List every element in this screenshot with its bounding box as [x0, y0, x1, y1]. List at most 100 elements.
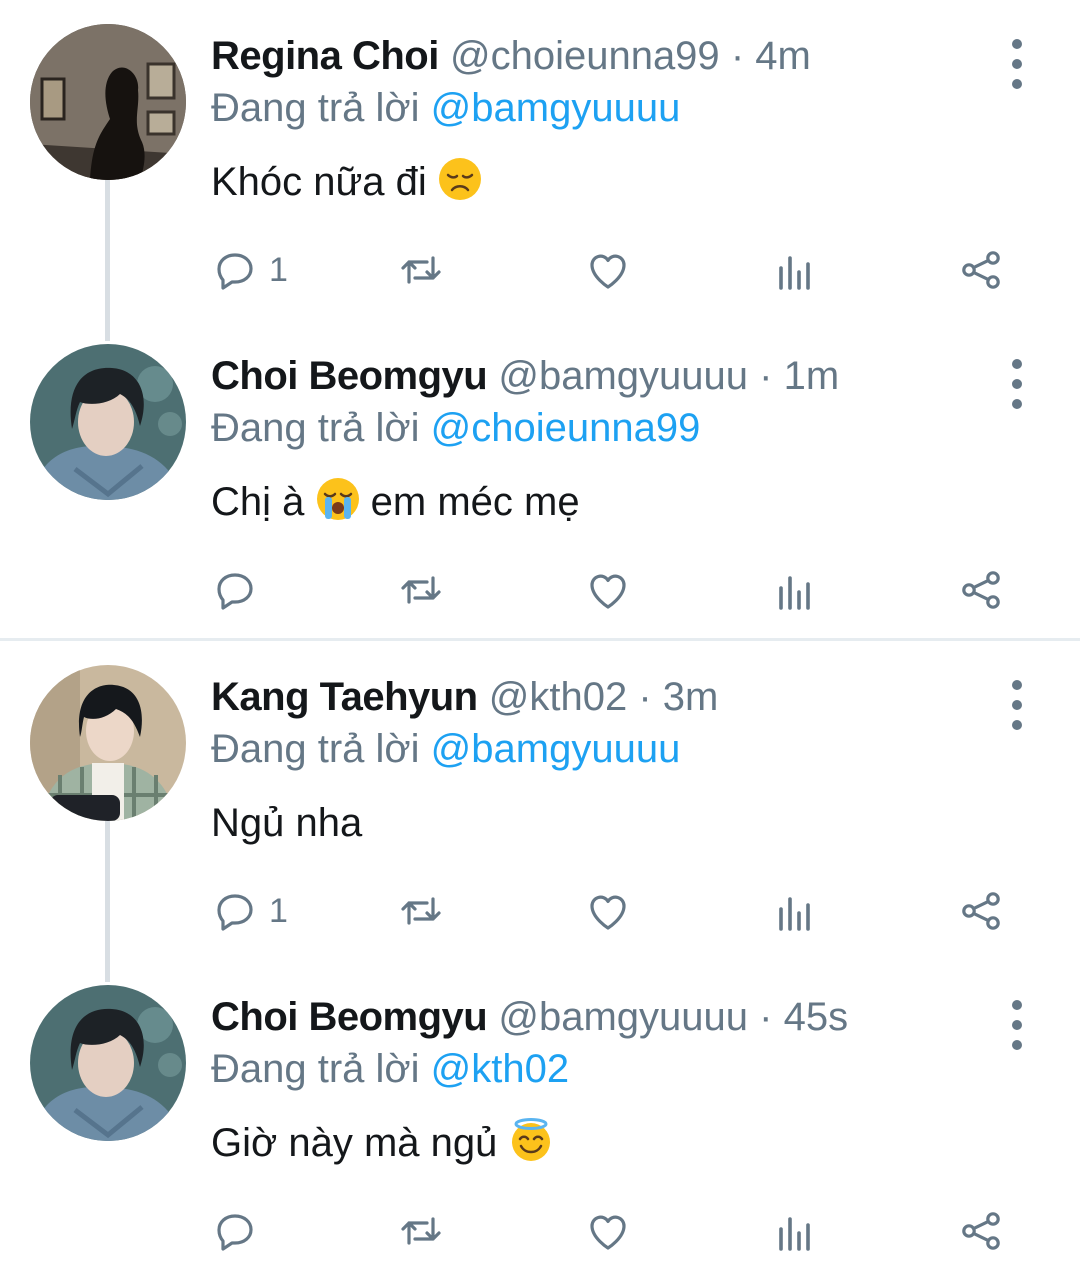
retweet-icon — [397, 1207, 445, 1255]
reply-icon — [211, 887, 259, 935]
tweet-text: Ngủ nha — [211, 798, 362, 848]
like-button[interactable] — [584, 1201, 632, 1261]
analytics-button[interactable] — [771, 1201, 819, 1261]
tweet-header: Kang Taehyun @kth02 · 3m — [211, 673, 718, 721]
young-man-plaid-avatar[interactable] — [30, 665, 186, 821]
thread-connector-line — [105, 817, 110, 982]
tweet-text-end: em méc mẹ — [370, 480, 580, 524]
reply-button[interactable]: 1 — [211, 881, 288, 941]
user-handle[interactable]: @bamgyuuuu — [498, 354, 748, 398]
more-options-icon[interactable] — [1000, 34, 1034, 94]
thread-connector-line — [105, 176, 110, 341]
tweet-actions: 1 — [211, 881, 1031, 941]
replying-prefix: Đang trả lời — [211, 406, 420, 450]
tweet[interactable]: Choi Beomgyu @bamgyuuuu · 45s Đang trả l… — [0, 961, 1080, 1280]
user-handle[interactable]: @choieunna99 — [450, 34, 720, 78]
loudly-crying-face-icon — [316, 478, 359, 520]
reply-icon — [211, 566, 259, 614]
more-options-icon[interactable] — [1000, 995, 1034, 1055]
mention-link[interactable]: @choieunna99 — [431, 406, 701, 450]
display-name[interactable]: Choi Beomgyu — [211, 354, 488, 398]
analytics-button[interactable] — [771, 240, 819, 300]
heart-icon — [584, 246, 632, 294]
like-button[interactable] — [584, 881, 632, 941]
analytics-button[interactable] — [771, 881, 819, 941]
timestamp[interactable]: 3m — [663, 675, 719, 719]
replying-prefix: Đang trả lời — [211, 727, 420, 771]
tweet-text: Giờ này mà ngủ — [211, 1118, 553, 1168]
display-name[interactable]: Regina Choi — [211, 34, 439, 78]
retweet-button[interactable] — [397, 881, 445, 941]
like-button[interactable] — [584, 560, 632, 620]
mention-link[interactable]: @bamgyuuuu — [431, 727, 681, 771]
young-man-sweater-avatar[interactable] — [30, 344, 186, 500]
tweet-text: Chị à em méc mẹ — [211, 477, 580, 527]
retweet-button[interactable] — [397, 240, 445, 300]
analytics-button[interactable] — [771, 560, 819, 620]
disappointed-face-icon — [438, 158, 481, 200]
tweet-actions — [211, 560, 1031, 620]
heart-icon — [584, 887, 632, 935]
reply-icon — [211, 246, 259, 294]
retweet-icon — [397, 887, 445, 935]
reply-button[interactable] — [211, 1201, 269, 1261]
share-icon — [957, 246, 1005, 294]
retweet-icon — [397, 566, 445, 614]
replying-to: Đang trả lời @choieunna99 — [211, 404, 700, 452]
timestamp[interactable]: 1m — [784, 354, 840, 398]
reply-icon — [211, 1207, 259, 1255]
analytics-icon — [771, 566, 819, 614]
separator: · — [759, 354, 773, 398]
display-name[interactable]: Choi Beomgyu — [211, 995, 488, 1039]
replying-to: Đang trả lời @kth02 — [211, 1045, 569, 1093]
woman-in-gallery-avatar[interactable] — [30, 24, 186, 180]
tweet-text-body: Giờ này mà ngủ — [211, 1121, 498, 1165]
user-handle[interactable]: @bamgyuuuu — [498, 995, 748, 1039]
mention-link[interactable]: @kth02 — [431, 1047, 569, 1091]
timestamp[interactable]: 45s — [784, 995, 849, 1039]
tweet-text-start: Chị à — [211, 480, 305, 524]
heart-icon — [584, 1207, 632, 1255]
share-icon — [957, 887, 1005, 935]
mention-link[interactable]: @bamgyuuuu — [431, 86, 681, 130]
tweet[interactable]: Kang Taehyun @kth02 · 3m Đang trả lời @b… — [0, 641, 1080, 982]
like-button[interactable] — [584, 240, 632, 300]
user-handle[interactable]: @kth02 — [489, 675, 627, 719]
retweet-button[interactable] — [397, 1201, 445, 1261]
share-button[interactable] — [957, 560, 1005, 620]
young-man-sweater-avatar[interactable] — [30, 985, 186, 1141]
analytics-icon — [771, 1207, 819, 1255]
more-options-icon[interactable] — [1000, 675, 1034, 735]
more-options-icon[interactable] — [1000, 354, 1034, 414]
display-name[interactable]: Kang Taehyun — [211, 675, 478, 719]
tweet-actions: 1 — [211, 240, 1031, 300]
share-button[interactable] — [957, 1201, 1005, 1261]
tweet-header: Choi Beomgyu @bamgyuuuu · 1m — [211, 352, 839, 400]
smiling-face-with-halo-icon — [511, 1118, 550, 1161]
tweet-header: Choi Beomgyu @bamgyuuuu · 45s — [211, 993, 848, 1041]
tweet[interactable]: Regina Choi @choieunna99 · 4m Đang trả l… — [0, 0, 1080, 341]
separator: · — [759, 995, 773, 1039]
replying-prefix: Đang trả lời — [211, 86, 420, 130]
tweet-text: Khóc nữa đi — [211, 157, 482, 207]
tweet[interactable]: Choi Beomgyu @bamgyuuuu · 1m Đang trả lờ… — [0, 320, 1080, 638]
replying-to: Đang trả lời @bamgyuuuu — [211, 725, 680, 773]
retweet-icon — [397, 246, 445, 294]
heart-icon — [584, 566, 632, 614]
tweet-text-body: Ngủ nha — [211, 801, 363, 845]
replying-prefix: Đang trả lời — [211, 1047, 420, 1091]
reply-count: 1 — [269, 250, 288, 289]
retweet-button[interactable] — [397, 560, 445, 620]
share-icon — [957, 1207, 1005, 1255]
analytics-icon — [771, 887, 819, 935]
separator: · — [638, 675, 652, 719]
reply-count: 1 — [269, 891, 288, 930]
reply-button[interactable]: 1 — [211, 240, 288, 300]
reply-button[interactable] — [211, 560, 269, 620]
share-button[interactable] — [957, 240, 1005, 300]
separator: · — [730, 34, 745, 78]
share-button[interactable] — [957, 881, 1005, 941]
replying-to: Đang trả lời @bamgyuuuu — [211, 84, 680, 132]
tweet-header: Regina Choi @choieunna99 · 4m — [211, 32, 811, 80]
timestamp[interactable]: 4m — [755, 34, 811, 78]
